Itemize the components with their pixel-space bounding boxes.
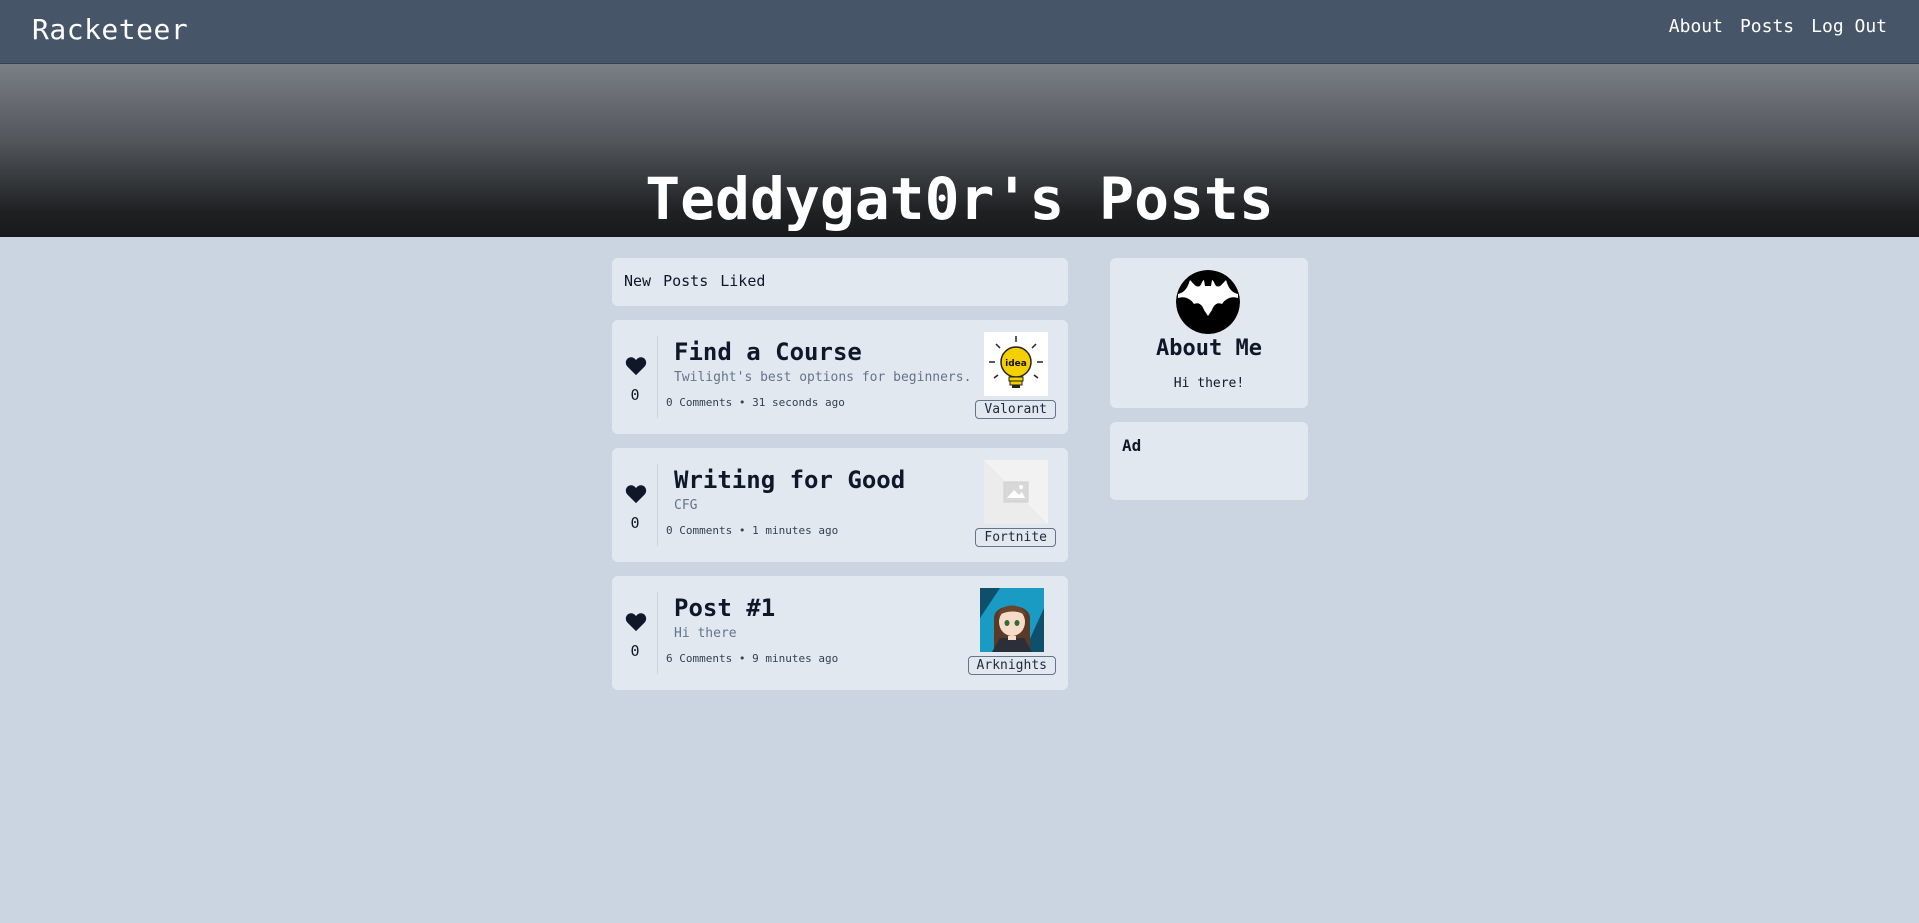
heart-icon[interactable] [625, 612, 647, 632]
about-text: Hi there! [1173, 376, 1245, 391]
nav-link-about[interactable]: About [1669, 16, 1723, 37]
game-tag[interactable]: Fortnite [975, 528, 1056, 547]
post-time: 9 minutes ago [752, 652, 839, 665]
comment-count[interactable]: 6 Comments [666, 652, 732, 665]
filter-tab-liked[interactable]: Liked [720, 272, 765, 290]
nav-link-posts[interactable]: Posts [1740, 16, 1794, 37]
vote-column: 0 [612, 464, 658, 546]
post-card[interactable]: 0 Post #1 Hi there 6 Comments • 9 minute… [612, 576, 1068, 690]
like-count: 0 [630, 514, 640, 532]
top-navbar: Racketeer About Posts Log Out [0, 0, 1919, 64]
filter-bar: New Posts Liked [612, 258, 1068, 306]
post-card[interactable]: 0 Writing for Good CFG 0 Comments • 1 mi… [612, 448, 1068, 562]
post-time: 31 seconds ago [752, 396, 845, 409]
ad-label: Ad [1122, 436, 1142, 455]
game-tag[interactable]: Arknights [967, 656, 1056, 675]
post-title[interactable]: Find a Course [674, 338, 862, 366]
filter-tab-new[interactable]: New [624, 272, 651, 290]
comment-count[interactable]: 0 Comments [666, 524, 732, 537]
post-meta: 0 Comments • 31 seconds ago [666, 396, 845, 409]
post-time: 1 minutes ago [752, 524, 839, 537]
post-card[interactable]: 0 Find a Course Twilight's best options … [612, 320, 1068, 434]
page-title: Teddygat0r's Posts [645, 165, 1274, 233]
post-title[interactable]: Writing for Good [674, 466, 905, 494]
image-placeholder [984, 460, 1048, 524]
post-description: Hi there [674, 626, 737, 641]
bat-logo-avatar [1176, 270, 1240, 334]
like-count: 0 [630, 642, 640, 660]
meta-separator: • [738, 396, 753, 409]
post-meta: 0 Comments • 1 minutes ago [666, 524, 838, 537]
post-description: Twilight's best options for beginners. [674, 370, 972, 385]
ad-card[interactable]: Ad [1110, 422, 1308, 500]
like-count: 0 [630, 386, 640, 404]
heart-icon[interactable] [625, 484, 647, 504]
heart-icon[interactable] [625, 356, 647, 376]
game-tag[interactable]: Valorant [975, 400, 1056, 419]
hero-banner: Teddygat0r's Posts [0, 64, 1919, 237]
nav-link-logout[interactable]: Log Out [1811, 16, 1887, 37]
filter-tab-posts[interactable]: Posts [663, 272, 708, 290]
about-card: About Me Hi there! [1110, 258, 1308, 408]
comment-count[interactable]: 0 Comments [666, 396, 732, 409]
vote-column: 0 [612, 336, 658, 418]
post-description: CFG [674, 498, 698, 513]
post-meta: 6 Comments • 9 minutes ago [666, 652, 838, 665]
meta-separator: • [738, 524, 753, 537]
anime-character-image [980, 588, 1044, 652]
brand-logo[interactable]: Racketeer [32, 13, 188, 46]
post-title[interactable]: Post #1 [674, 594, 775, 622]
idea-lightbulb-image: idea [984, 332, 1048, 396]
meta-separator: • [738, 652, 753, 665]
about-title: About Me [1156, 336, 1262, 361]
vote-column: 0 [612, 592, 658, 674]
nav-links: About Posts Log Out [1669, 16, 1887, 37]
svg-text:idea: idea [1005, 359, 1027, 369]
